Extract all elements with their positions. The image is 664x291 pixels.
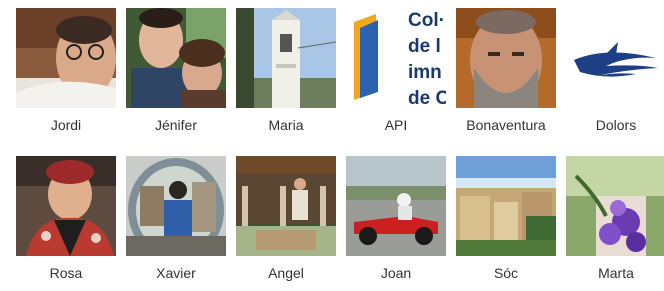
photo-bell-tower-icon bbox=[236, 8, 336, 108]
photo-go-kart-icon bbox=[346, 156, 446, 256]
avatar-dolors[interactable] bbox=[566, 8, 664, 108]
contact-name[interactable]: Marta bbox=[566, 265, 664, 282]
contact-name[interactable]: Dolors bbox=[566, 117, 664, 134]
photo-couple-icon bbox=[126, 8, 226, 108]
photo-man-glasses-icon bbox=[16, 8, 116, 108]
logo-line-3: imn bbox=[408, 62, 442, 83]
contact-tile-joan[interactable]: Joan bbox=[346, 156, 446, 282]
logo-line-1: Col· bbox=[408, 10, 445, 31]
avatar-bonaventura[interactable] bbox=[456, 8, 556, 108]
contact-name[interactable]: Jénifer bbox=[126, 117, 226, 134]
avatar-angel[interactable] bbox=[236, 156, 336, 256]
friends-grid: Jordi Jénifer Maria Col· de l imn de C A… bbox=[0, 0, 664, 291]
contact-tile-api[interactable]: Col· de l imn de C API bbox=[346, 8, 446, 134]
photo-bearded-man-icon bbox=[456, 8, 556, 108]
contact-tile-marta[interactable]: Marta bbox=[566, 156, 664, 282]
contact-tile-jordi[interactable]: Jordi bbox=[16, 8, 116, 134]
contact-tile-jenifer[interactable]: Jénifer bbox=[126, 8, 226, 134]
avatar-marta[interactable] bbox=[566, 156, 664, 256]
contact-name[interactable]: Jordi bbox=[16, 117, 116, 134]
photo-town-icon bbox=[456, 156, 556, 256]
logo-bird-icon bbox=[566, 8, 664, 108]
avatar-maria[interactable] bbox=[236, 8, 336, 108]
contact-tile-dolors[interactable]: Dolors bbox=[566, 8, 664, 134]
contact-name[interactable]: API bbox=[346, 117, 446, 134]
contact-name[interactable]: Joan bbox=[346, 265, 446, 282]
avatar-joan[interactable] bbox=[346, 156, 446, 256]
logo-col-legi-icon: Col· de l imn de C bbox=[346, 8, 446, 108]
contact-name[interactable]: Maria bbox=[236, 117, 336, 134]
avatar-jenifer[interactable] bbox=[126, 8, 226, 108]
avatar-soc[interactable] bbox=[456, 156, 556, 256]
contact-tile-angel[interactable]: Angel bbox=[236, 156, 336, 282]
contact-tile-xavier[interactable]: Xavier bbox=[126, 156, 226, 282]
contact-tile-bonaventura[interactable]: Bonaventura bbox=[456, 8, 556, 134]
contact-name[interactable]: Angel bbox=[236, 265, 336, 282]
photo-mirror-selfie-icon bbox=[126, 156, 226, 256]
contact-name[interactable]: Sóc bbox=[456, 265, 556, 282]
contact-tile-rosa[interactable]: Rosa bbox=[16, 156, 116, 282]
avatar-api[interactable]: Col· de l imn de C bbox=[346, 8, 446, 108]
contact-name[interactable]: Rosa bbox=[16, 265, 116, 282]
contact-name[interactable]: Bonaventura bbox=[456, 117, 556, 134]
avatar-xavier[interactable] bbox=[126, 156, 226, 256]
photo-woman-icon bbox=[16, 156, 116, 256]
logo-line-4: de C bbox=[408, 88, 446, 108]
avatar-jordi[interactable] bbox=[16, 8, 116, 108]
logo-line-2: de l bbox=[408, 36, 441, 57]
photo-flowers-icon bbox=[566, 156, 664, 256]
contact-name[interactable]: Xavier bbox=[126, 265, 226, 282]
contact-tile-maria[interactable]: Maria bbox=[236, 8, 336, 134]
photo-porch-icon bbox=[236, 156, 336, 256]
contact-tile-soc[interactable]: Sóc bbox=[456, 156, 556, 282]
avatar-rosa[interactable] bbox=[16, 156, 116, 256]
